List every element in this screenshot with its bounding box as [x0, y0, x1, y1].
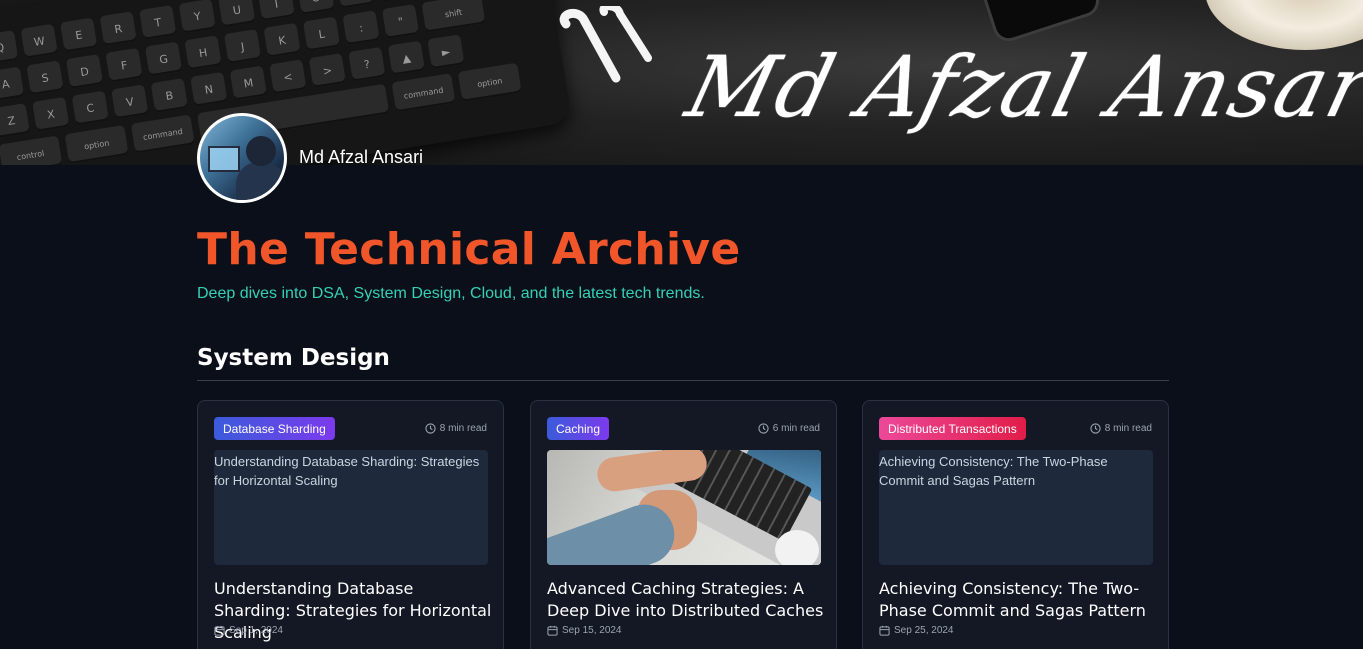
post-tag[interactable]: Database Sharding — [214, 417, 335, 440]
post-thumbnail[interactable]: Achieving Consistency: The Two-Phase Com… — [879, 450, 1153, 565]
post-card[interactable]: Database Sharding 8 min read Understandi… — [197, 400, 504, 649]
clock-icon — [425, 423, 436, 434]
post-title[interactable]: Advanced Caching Strategies: A Deep Dive… — [547, 578, 827, 622]
page: QWERTYUIOP{}return ASDFGHJKL:"shift ZXCV… — [0, 0, 1363, 649]
post-date-label: Sep 1, 2024 — [229, 625, 283, 636]
signature-text: Md Afzal Ansari — [677, 38, 1363, 136]
calendar-icon — [214, 625, 225, 636]
post-thumbnail[interactable]: Understanding Database Sharding: Strateg… — [214, 450, 488, 565]
page-subtitle: Deep dives into DSA, System Design, Clou… — [197, 285, 705, 302]
laptop-photo — [547, 450, 821, 565]
read-time-label: 6 min read — [772, 423, 820, 434]
read-time: 6 min read — [758, 423, 820, 434]
post-date: Sep 15, 2024 — [547, 625, 622, 636]
thumbnail-alt-text: Achieving Consistency: The Two-Phase Com… — [879, 454, 1108, 488]
page-title: The Technical Archive — [197, 224, 741, 275]
calendar-icon — [879, 625, 890, 636]
calendar-icon — [547, 625, 558, 636]
post-card[interactable]: Caching 6 min read Advanced Caching Stra… — [530, 400, 837, 649]
post-date-label: Sep 15, 2024 — [562, 625, 622, 636]
post-date-label: Sep 25, 2024 — [894, 625, 954, 636]
clock-icon — [758, 423, 769, 434]
post-date: Sep 1, 2024 — [214, 625, 283, 636]
read-time-label: 8 min read — [1104, 423, 1152, 434]
earbuds-image — [559, 6, 652, 83]
section-title: System Design — [197, 345, 390, 371]
avatar[interactable] — [197, 113, 287, 203]
thumbnail-alt-text: Understanding Database Sharding: Strateg… — [214, 454, 480, 488]
post-tag[interactable]: Distributed Transactions — [879, 417, 1026, 440]
post-tag[interactable]: Caching — [547, 417, 610, 440]
post-card[interactable]: Distributed Transactions 8 min read Achi… — [862, 400, 1169, 649]
author-name[interactable]: Md Afzal Ansari — [299, 147, 423, 168]
post-title[interactable]: Achieving Consistency: The Two-Phase Com… — [879, 578, 1159, 622]
keyboard-image: QWERTYUIOP{}return ASDFGHJKL:"shift ZXCV… — [0, 0, 572, 165]
read-time-label: 8 min read — [439, 423, 487, 434]
section-divider — [197, 380, 1169, 381]
read-time: 8 min read — [425, 423, 487, 434]
post-date: Sep 25, 2024 — [879, 625, 954, 636]
clock-icon — [1090, 423, 1101, 434]
read-time: 8 min read — [1090, 423, 1152, 434]
post-thumbnail[interactable] — [547, 450, 821, 565]
